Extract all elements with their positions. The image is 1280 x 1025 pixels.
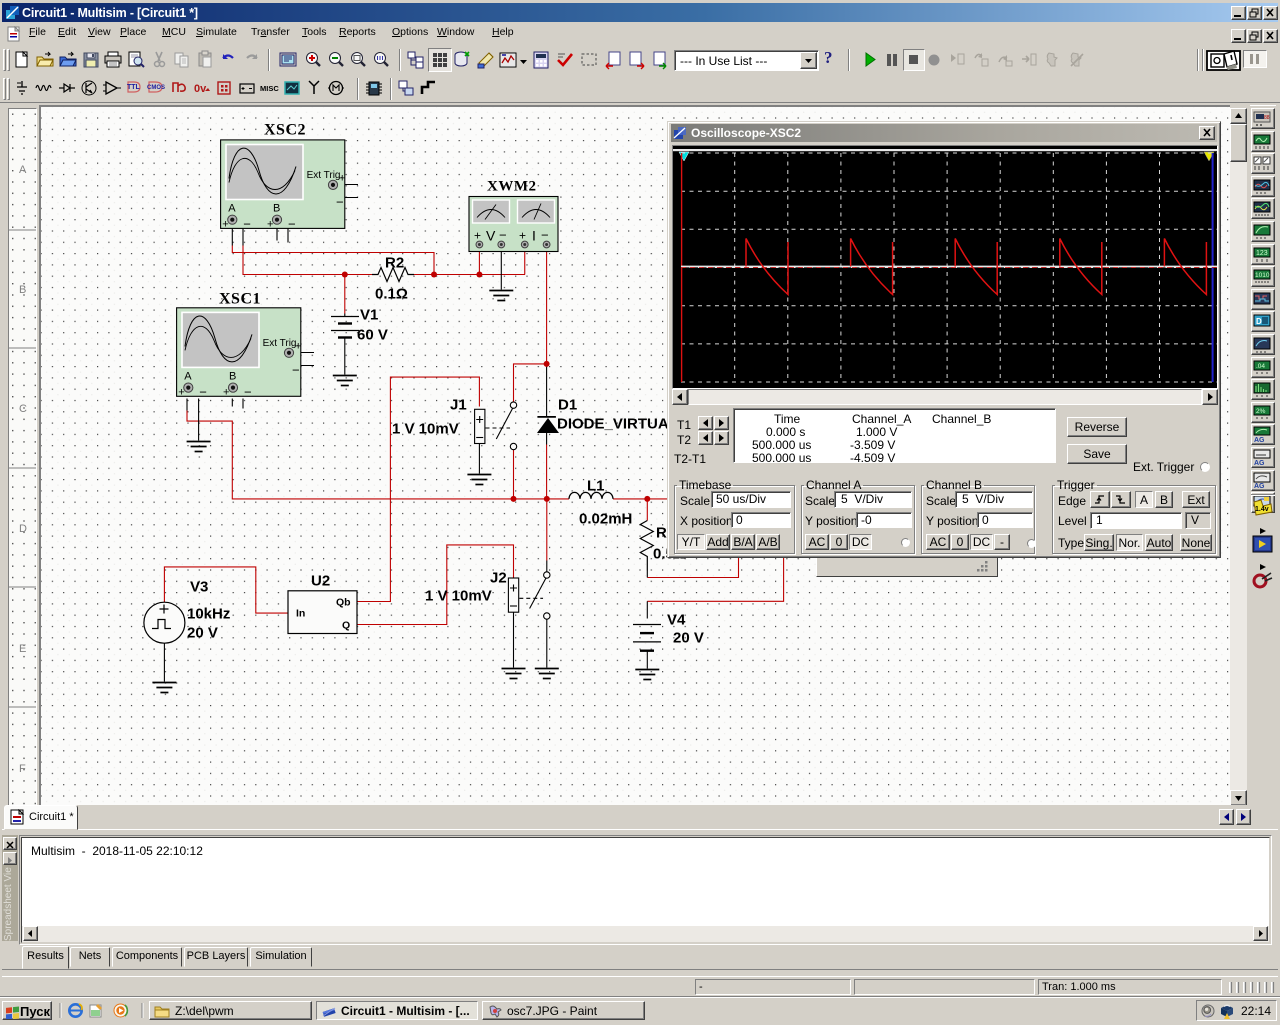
svg-text:A: A <box>19 164 27 176</box>
svg-text:1.4v: 1.4v <box>1255 506 1269 513</box>
svg-text:A: A <box>228 203 236 215</box>
svg-text:V1: V1 <box>360 307 378 324</box>
svg-text:R2: R2 <box>385 255 404 272</box>
svg-text:1 V 10mV: 1 V 10mV <box>392 421 459 438</box>
svg-text:Qb: Qb <box>336 597 351 609</box>
svg-text:+: + <box>222 219 228 231</box>
svg-text:+: + <box>339 173 345 185</box>
svg-text:Ext Trig.: Ext Trig. <box>263 338 300 349</box>
svg-text:E: E <box>19 643 26 655</box>
svg-text:2%: 2% <box>1256 408 1266 415</box>
svg-text:Q: Q <box>342 620 350 632</box>
svg-text:F: F <box>19 763 26 775</box>
svg-text:−: − <box>199 385 207 400</box>
svg-text:+: + <box>178 387 184 399</box>
svg-text:D: D <box>1256 317 1262 326</box>
svg-text:J2: J2 <box>490 570 507 587</box>
svg-text:+: + <box>267 219 273 231</box>
svg-text:+: + <box>223 387 229 399</box>
svg-text:−: − <box>499 228 507 243</box>
svg-text:−: − <box>288 217 296 232</box>
svg-text:Ext Trig.: Ext Trig. <box>307 170 344 181</box>
svg-text:88: 88 <box>1264 115 1270 121</box>
svg-text:B: B <box>19 284 26 296</box>
svg-text:DIODE_VIRTUAL: DIODE_VIRTUAL <box>557 416 678 433</box>
svg-text:V4: V4 <box>667 612 686 629</box>
svg-text:J1: J1 <box>450 397 467 414</box>
svg-text:D: D <box>19 523 27 535</box>
svg-text:1010: 1010 <box>1255 272 1270 279</box>
svg-text:−: − <box>243 217 251 232</box>
svg-text:.04: .04 <box>1256 363 1265 370</box>
svg-text:In: In <box>296 608 305 620</box>
svg-text:1 V 10mV: 1 V 10mV <box>425 588 492 605</box>
svg-text:V: V <box>486 228 496 244</box>
svg-text:+: + <box>295 341 301 353</box>
svg-text:−: − <box>541 228 549 243</box>
svg-text:−: − <box>292 363 300 378</box>
svg-text:20 V: 20 V <box>673 630 704 647</box>
svg-text:V3: V3 <box>190 579 208 596</box>
svg-text:A: A <box>184 371 192 383</box>
svg-text:0.1Ω: 0.1Ω <box>375 286 408 303</box>
svg-text:AG: AG <box>1254 483 1265 490</box>
svg-text:U2: U2 <box>311 573 330 590</box>
svg-text:XWM2: XWM2 <box>487 179 537 195</box>
svg-text:+: + <box>519 229 526 243</box>
svg-text:20 V: 20 V <box>187 625 218 642</box>
svg-text:B: B <box>229 371 236 383</box>
svg-text:−: − <box>336 195 344 210</box>
svg-text:10kHz: 10kHz <box>187 606 230 623</box>
svg-text:I: I <box>532 228 536 244</box>
svg-text:123: 123 <box>1256 250 1268 257</box>
svg-text:+: + <box>474 229 481 243</box>
svg-text:C: C <box>19 403 27 415</box>
svg-text:60 V: 60 V <box>357 327 388 344</box>
svg-text:XSC1: XSC1 <box>219 291 261 308</box>
svg-text:XSC2: XSC2 <box>264 122 306 139</box>
svg-text:0.02mH: 0.02mH <box>579 511 632 528</box>
svg-text:AG: AG <box>1254 437 1265 444</box>
svg-text:−: − <box>244 385 252 400</box>
svg-text:B: B <box>273 203 280 215</box>
svg-text:AG: AG <box>1254 460 1265 467</box>
svg-text:D1: D1 <box>558 397 577 414</box>
svg-text:L1: L1 <box>587 478 605 495</box>
